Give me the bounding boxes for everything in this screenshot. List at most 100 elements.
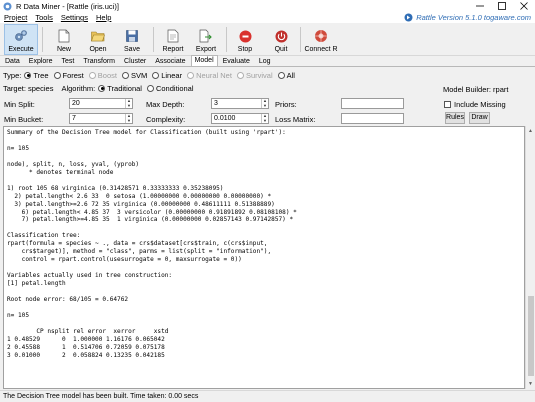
spin-down-icon: ▼: [127, 117, 131, 123]
scrollbar-thumb[interactable]: [528, 296, 534, 376]
radio-tree[interactable]: Tree: [24, 71, 49, 80]
radio-forest[interactable]: Forest: [53, 71, 84, 80]
max-depth-value: 3: [214, 100, 218, 107]
draw-button[interactable]: Draw: [469, 112, 490, 124]
toolbar-separator: [300, 27, 301, 52]
quit-button[interactable]: Quit: [270, 25, 292, 54]
radio-conditional-label: Conditional: [155, 84, 194, 93]
radio-boost: Boost: [88, 71, 117, 80]
priors-input[interactable]: [341, 98, 404, 109]
radio-forest-indicator: [53, 72, 61, 79]
save-disk-icon: [125, 29, 139, 43]
loss-matrix-input[interactable]: [341, 113, 404, 124]
min-split-label: Min Split:: [4, 100, 35, 109]
spin-down-icon: ▼: [263, 102, 267, 108]
maximize-button[interactable]: [491, 0, 513, 12]
open-button[interactable]: Open: [85, 25, 111, 54]
complexity-spinner[interactable]: 0.0100 ▲ ▼: [211, 113, 269, 124]
rules-button[interactable]: Rules: [445, 112, 465, 124]
export-label: Export: [195, 46, 217, 53]
min-bucket-value: 7: [72, 115, 76, 122]
menu-project[interactable]: Project: [0, 13, 31, 22]
model-options-panel: Type: Tree Forest Boost SVM Linear Neura…: [0, 67, 535, 126]
new-button[interactable]: New: [52, 25, 76, 54]
target-text: Target: species: [3, 84, 54, 93]
radio-conditional[interactable]: Conditional: [146, 84, 194, 93]
quit-label: Quit: [274, 46, 288, 53]
complexity-spin-arrows[interactable]: ▲ ▼: [261, 114, 268, 123]
tab-model[interactable]: Model: [190, 55, 218, 66]
algorithm-label: Algorithm:: [61, 84, 96, 93]
include-missing-box: [444, 101, 451, 108]
save-button[interactable]: Save: [120, 25, 144, 54]
radio-all-indicator: [277, 72, 285, 79]
tab-transform[interactable]: Transform: [79, 56, 119, 66]
radio-linear[interactable]: Linear: [152, 71, 182, 80]
new-document-icon: [57, 29, 71, 43]
output-vertical-scrollbar[interactable]: ▲ ▼: [525, 126, 535, 389]
save-label: Save: [124, 46, 140, 53]
quit-power-icon: [274, 29, 288, 43]
tab-log[interactable]: Log: [255, 56, 275, 66]
tab-test[interactable]: Test: [58, 56, 79, 66]
spin-down-icon: ▼: [263, 117, 267, 123]
connect-r-button[interactable]: Connect R: [304, 25, 338, 54]
title-bar: R Data Miner - [Rattle (iris.uci)]: [0, 0, 535, 12]
min-bucket-spin-arrows[interactable]: ▲ ▼: [125, 114, 132, 123]
model-output-textview[interactable]: Summary of the Decision Tree model for C…: [3, 126, 525, 389]
radio-tree-indicator: [24, 72, 32, 79]
connect-network-icon: [314, 29, 328, 43]
spin-down-icon: ▼: [127, 102, 131, 108]
radio-tree-label: Tree: [33, 71, 49, 80]
radio-neural-net-label: Neural Net: [196, 71, 232, 80]
menu-tools[interactable]: Tools: [31, 13, 57, 22]
menu-settings[interactable]: Settings: [57, 13, 92, 22]
toolbar-separator: [153, 27, 154, 52]
scroll-up-icon[interactable]: ▲: [526, 126, 535, 136]
min-split-spinner[interactable]: 20 ▲ ▼: [69, 98, 133, 109]
min-split-spin-arrows[interactable]: ▲ ▼: [125, 99, 132, 108]
export-arrow-icon: [199, 29, 213, 43]
include-missing-label: Include Missing: [454, 100, 506, 109]
notebook-tabs: Data Explore Test Transform Cluster Asso…: [0, 55, 535, 67]
complexity-value: 0.0100: [214, 115, 236, 122]
radio-svm-label: SVM: [130, 71, 148, 80]
max-depth-spin-arrows[interactable]: ▲ ▼: [261, 99, 268, 108]
rattle-version-link[interactable]: Rattle Version 5.1.0 togaware.com: [404, 12, 531, 23]
radio-traditional-label: Traditional: [107, 84, 142, 93]
radio-boost-label: Boost: [97, 71, 117, 80]
tab-cluster[interactable]: Cluster: [120, 56, 150, 66]
complexity-label: Complexity:: [146, 115, 186, 124]
include-missing-checkbox[interactable]: Include Missing: [444, 100, 506, 109]
open-folder-icon: [91, 29, 105, 43]
radio-conditional-indicator: [146, 85, 154, 92]
radio-all[interactable]: All: [277, 71, 295, 80]
max-depth-label: Max Depth:: [146, 100, 185, 109]
model-builder-text: Model Builder: rpart: [443, 85, 509, 94]
loss-matrix-label: Loss Matrix:: [275, 115, 316, 124]
radio-neural-net-indicator: [187, 72, 195, 79]
min-bucket-spinner[interactable]: 7 ▲ ▼: [69, 113, 133, 124]
tab-associate[interactable]: Associate: [151, 56, 189, 66]
close-button[interactable]: [513, 0, 535, 12]
radio-traditional[interactable]: Traditional: [98, 84, 142, 93]
tab-evaluate[interactable]: Evaluate: [219, 56, 254, 66]
export-button[interactable]: Export: [193, 25, 219, 54]
priors-label: Priors:: [275, 100, 297, 109]
radio-linear-indicator: [152, 72, 160, 79]
stop-button[interactable]: Stop: [234, 25, 256, 54]
tab-explore[interactable]: Explore: [25, 56, 57, 66]
toolbar-separator: [226, 27, 227, 52]
menu-help[interactable]: Help: [92, 13, 115, 22]
report-button[interactable]: Report: [160, 25, 186, 54]
model-type-row: Type: Tree Forest Boost SVM Linear Neura…: [3, 69, 535, 82]
minimize-button[interactable]: [469, 0, 491, 12]
scroll-down-icon[interactable]: ▼: [526, 379, 535, 389]
radio-traditional-indicator: [98, 85, 106, 92]
max-depth-spinner[interactable]: 3 ▲ ▼: [211, 98, 269, 109]
tab-data[interactable]: Data: [1, 56, 24, 66]
radio-neural-net: Neural Net: [187, 71, 232, 80]
report-document-icon: [166, 29, 180, 43]
radio-svm[interactable]: SVM: [121, 71, 148, 80]
execute-button[interactable]: Execute: [4, 24, 38, 55]
